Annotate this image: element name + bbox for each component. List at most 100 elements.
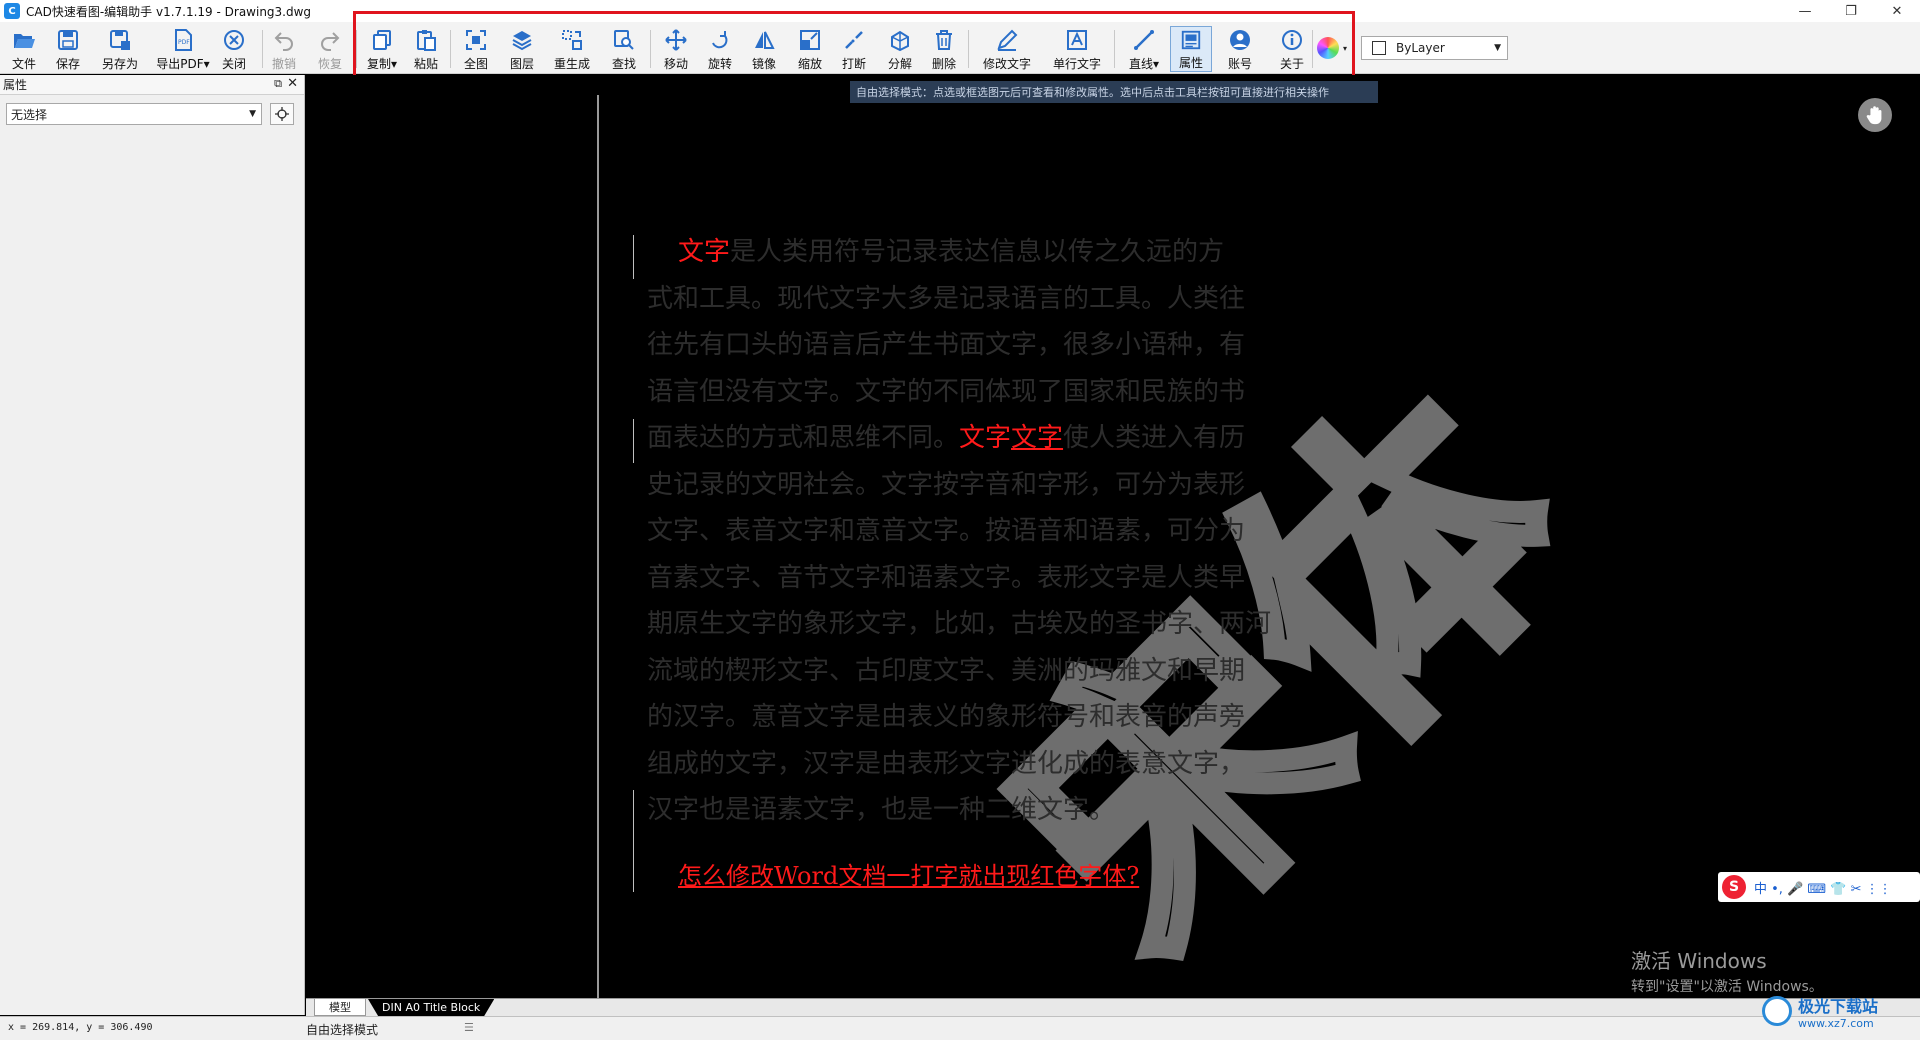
chevron-down-icon[interactable]: ▾: [1343, 44, 1347, 53]
close-file-label: 关闭: [221, 57, 246, 71]
scale-button[interactable]: 缩放: [794, 26, 826, 72]
paste-button[interactable]: 粘贴: [410, 26, 442, 72]
pick-objects-button[interactable]: [270, 103, 294, 125]
account-button[interactable]: 账号: [1224, 26, 1256, 72]
pan-hand-icon[interactable]: [1858, 98, 1892, 132]
explode-label: 分解: [887, 57, 912, 71]
selection-mode: 自由选择模式: [306, 1023, 379, 1037]
linetype-value: ByLayer: [1396, 41, 1445, 55]
folder-open-icon: [14, 34, 35, 48]
selection-value: 无选择: [11, 107, 48, 122]
paste-label: 粘贴: [413, 57, 438, 71]
trash-icon: [936, 30, 952, 50]
copy-label: 复制▾: [366, 57, 398, 71]
window-title: CAD快速看图-编辑助手 v1.7.1.19 - Drawing3.dwg: [26, 4, 312, 19]
save-as-icon: [110, 30, 130, 50]
single-line-text-button[interactable]: 单行文字: [1050, 26, 1104, 72]
ime-controls[interactable]: 中 •, 🎤 ⌨ 👕 ✂ ⋮⋮: [1754, 878, 1892, 897]
properties-panel: 属性 ⧉ ✕ 无选择 ▼: [0, 75, 305, 1015]
regen-button[interactable]: 重生成: [552, 26, 592, 72]
hand-icon: [1866, 106, 1882, 125]
find-button[interactable]: 查找: [608, 26, 640, 72]
edit-text-button[interactable]: 修改文字: [980, 26, 1034, 72]
copy-button[interactable]: 复制▾: [364, 26, 400, 72]
about-label: 关于: [1279, 57, 1304, 71]
about-button[interactable]: 关于: [1276, 26, 1308, 72]
title-bar: C CAD快速看图-编辑助手 v1.7.1.19 - Drawing3.dwg …: [0, 0, 1920, 22]
move-button[interactable]: 移动: [660, 26, 692, 72]
text-grip: [633, 235, 634, 279]
line-button[interactable]: 直线▾: [1124, 26, 1164, 72]
site-name: 极光下载站: [1798, 996, 1879, 1016]
delete-button[interactable]: 删除: [928, 26, 960, 72]
export-pdf-label: 导出PDF▾: [156, 57, 210, 71]
question-text[interactable]: 怎么修改Word文档一打字就出现红色字体?: [678, 856, 1139, 891]
single-line-text-label: 单行文字: [1052, 57, 1101, 71]
undo-button[interactable]: 撤销: [268, 26, 300, 72]
pencil-icon: [997, 29, 1018, 51]
find-icon: [614, 30, 634, 50]
paste-icon: [417, 30, 436, 51]
tab-model[interactable]: 模型: [314, 999, 366, 1016]
main-toolbar: 文件 保存 另存为 PDF 导出PDF▾ 关闭 撤销 恢复 复制▾ 粘贴 全图 …: [0, 22, 1920, 74]
app-icon: C: [4, 3, 20, 19]
redo-label: 恢复: [317, 57, 342, 71]
line-icon: [1134, 30, 1154, 50]
regen-label: 重生成: [553, 57, 590, 71]
close-window-button[interactable]: ✕: [1874, 0, 1920, 22]
break-button[interactable]: 打断: [838, 26, 870, 72]
color-picker-icon[interactable]: [1317, 37, 1339, 59]
save-as-button[interactable]: 另存为: [100, 26, 140, 72]
crosshair-icon: [275, 107, 289, 121]
text-grip: [633, 419, 634, 463]
chevron-down-icon: ▼: [249, 109, 256, 119]
save-as-label: 另存为: [101, 57, 138, 71]
explode-icon: [891, 30, 909, 52]
account-label: 账号: [1227, 57, 1252, 71]
rotate-button[interactable]: 旋转: [704, 26, 736, 72]
color-swatch: [1372, 41, 1386, 55]
tab-din-a0[interactable]: DIN A0 Title Block: [368, 999, 495, 1016]
menu-lines-icon[interactable]: ☰: [464, 1021, 478, 1035]
scale-icon: [800, 30, 820, 50]
mirror-icon: [755, 31, 775, 49]
redo-button[interactable]: 恢复: [314, 26, 346, 72]
undo-icon: [274, 32, 293, 51]
selection-dropdown[interactable]: 无选择 ▼: [6, 103, 262, 125]
export-pdf-button[interactable]: PDF 导出PDF▾: [156, 26, 210, 72]
mode-tooltip: 自由选择模式：点选或框选图元后可查看和修改属性。选中后点击工具栏按钮可直接进行相…: [850, 81, 1378, 103]
restore-button[interactable]: ❐: [1828, 0, 1874, 22]
drawing-canvas[interactable]: 自由选择模式：点选或框选图元后可查看和修改属性。选中后点击工具栏按钮可直接进行相…: [306, 75, 1920, 998]
break-icon: [845, 31, 863, 49]
explode-button[interactable]: 分解: [884, 26, 916, 72]
chevron-down-icon: ▼: [1494, 43, 1501, 53]
ime-toolbar[interactable]: S 中 •, 🎤 ⌨ 👕 ✂ ⋮⋮: [1718, 872, 1920, 902]
restore-panel-icon[interactable]: ⧉: [274, 77, 282, 91]
text-grip: [633, 790, 634, 892]
rotate-icon: [712, 31, 728, 49]
layers-icon: [512, 31, 532, 51]
multiline-text[interactable]: 文字是人类用符号记录表达信息以传之久远的方 式和工具。现代文字大多是记录语言的工…: [647, 229, 1277, 834]
layers-button[interactable]: 图层: [506, 26, 538, 72]
close-file-button[interactable]: 关闭: [218, 26, 250, 72]
fit-all-button[interactable]: 全图: [460, 26, 492, 72]
line-label: 直线▾: [1128, 57, 1160, 71]
coordinate-readout: x = 269.814, y = 306.490: [8, 1022, 153, 1033]
red-underlined-text: 文字: [1011, 423, 1064, 453]
close-panel-icon[interactable]: ✕: [287, 76, 298, 91]
text-icon: [1067, 30, 1087, 50]
linetype-dropdown[interactable]: ByLayer ▼: [1361, 36, 1508, 60]
minimize-button[interactable]: —: [1782, 0, 1828, 22]
file-button[interactable]: 文件: [8, 26, 40, 72]
save-button[interactable]: 保存: [52, 26, 84, 72]
mirror-button[interactable]: 镜像: [748, 26, 780, 72]
panel-header: 属性 ⧉ ✕: [0, 75, 304, 95]
status-bar: x = 269.814, y = 306.490 自由选择模式 ☰: [0, 1016, 1920, 1040]
properties-button[interactable]: 属性: [1170, 26, 1212, 72]
layout-tabs: 模型 DIN A0 Title Block: [306, 998, 1920, 1016]
layers-label: 图层: [509, 57, 534, 71]
pdf-icon: PDF: [175, 29, 192, 51]
site-watermark: 极光下载站 www.xz7.com: [1762, 985, 1920, 1037]
svg-text:PDF: PDF: [178, 39, 190, 46]
save-icon: [58, 30, 78, 50]
